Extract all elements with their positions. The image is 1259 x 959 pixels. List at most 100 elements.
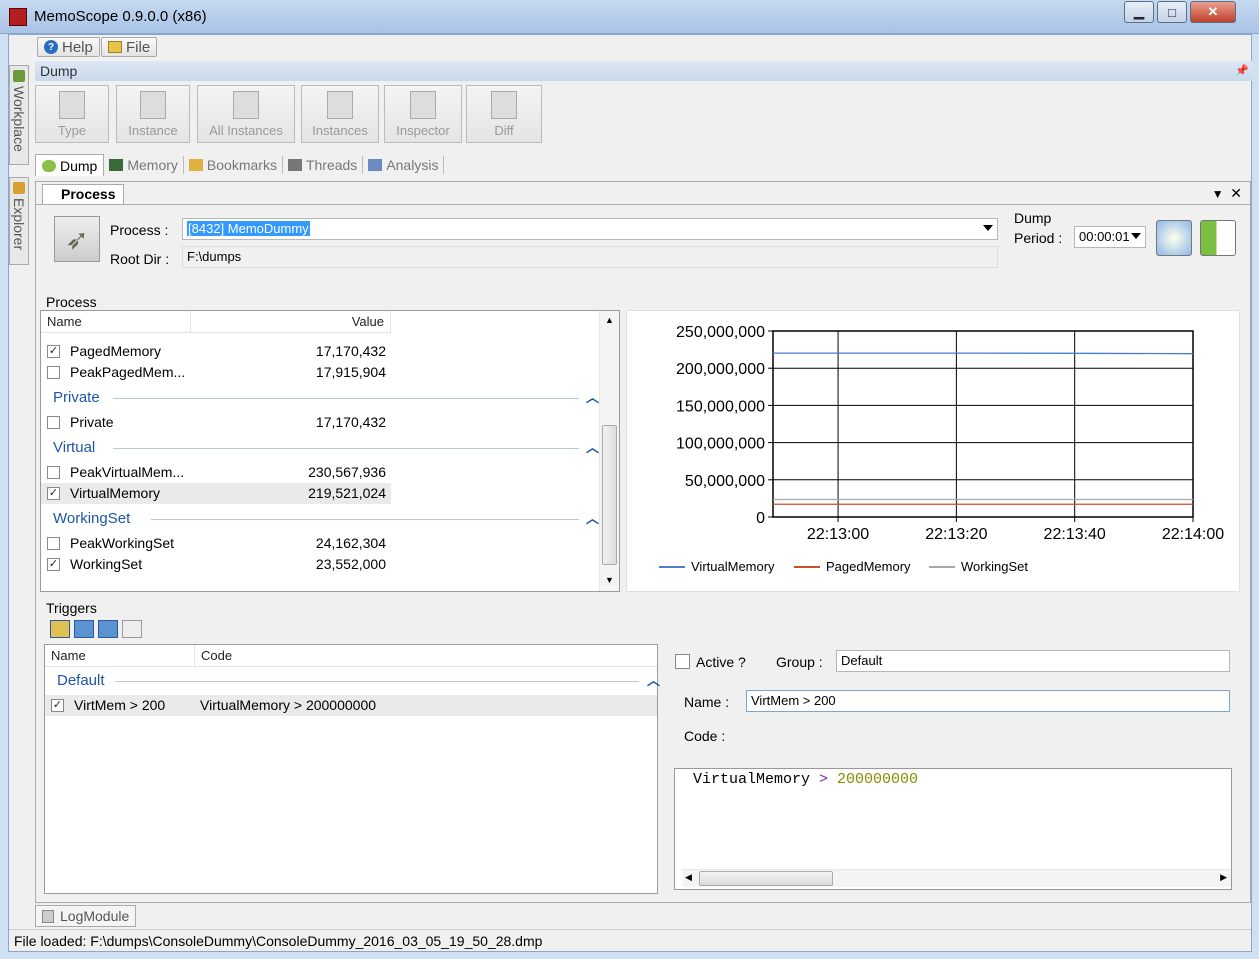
group-name: Default [57, 672, 105, 689]
ribbon-inspector-button[interactable]: Inspector [384, 85, 462, 143]
column-header-value[interactable]: Value [191, 311, 391, 333]
tab-bookmarks[interactable]: Bookmarks [184, 156, 283, 174]
row-checkbox[interactable] [47, 366, 60, 379]
row-name: WorkingSet [70, 556, 143, 572]
ribbon-all-instances-button[interactable]: All Instances [197, 85, 295, 143]
delete-icon[interactable] [122, 620, 142, 638]
minimize-button[interactable]: ▁ [1124, 1, 1154, 23]
open-icon[interactable] [50, 620, 70, 638]
row-checkbox[interactable]: ✓ [47, 558, 60, 571]
ribbon-instance-button[interactable]: Instance [116, 85, 190, 143]
period-value: 00:00:01 [1079, 229, 1130, 244]
side-tab-explorer[interactable]: Explorer [9, 177, 29, 265]
tab-analysis[interactable]: Analysis [363, 156, 445, 174]
explorer-label: Explorer [11, 198, 27, 251]
table-row[interactable]: ✓ VirtualMemory 219,521,024 [41, 483, 391, 504]
scroll-right-icon[interactable]: ▶ [1220, 872, 1227, 883]
triggers-grid: Name Code Default ︿ ✓ VirtMem > 200 Virt… [44, 644, 661, 894]
row-name: VirtualMemory [70, 485, 160, 501]
new-window-icon[interactable] [98, 620, 118, 638]
side-tab-workplace[interactable]: Workplace [9, 65, 29, 165]
table-row[interactable]: Private 17,170,432 [41, 412, 597, 433]
row-checkbox[interactable] [47, 416, 60, 429]
group-header-virtual[interactable]: Virtual ︿ [53, 438, 599, 458]
x-tick-label: 22:13:20 [925, 526, 987, 543]
legend-label: PagedMemory [826, 559, 911, 574]
collapse-icon[interactable]: ︿ [586, 509, 599, 529]
help-icon: ? [44, 40, 58, 54]
table-row[interactable]: PeakPagedMem... 17,915,904 [41, 362, 597, 383]
close-doc-icon[interactable]: ✕ [1230, 185, 1242, 201]
chevron-down-icon [1131, 233, 1141, 239]
table-row[interactable]: ✓ PagedMemory 17,170,432 [41, 341, 597, 362]
rootdir-field[interactable]: F:\dumps [182, 246, 998, 268]
active-label: Active ? [696, 654, 746, 670]
group-header-workingset[interactable]: WorkingSet ︿ [53, 509, 599, 529]
scroll-down-icon[interactable]: ▼ [605, 575, 614, 585]
triggers-toolbar [50, 618, 142, 640]
dump-now-button[interactable] [1200, 220, 1236, 256]
column-header-code[interactable]: Code [195, 645, 657, 667]
row-checkbox[interactable]: ✓ [51, 699, 64, 712]
scroll-thumb[interactable] [602, 425, 617, 565]
process-select[interactable]: [8432] MemoDummy [182, 218, 998, 240]
ribbon-instances-button[interactable]: Instances [301, 85, 379, 143]
period-select[interactable]: 00:00:01 [1074, 226, 1146, 248]
y-tick-label: 50,000,000 [685, 473, 765, 490]
row-checkbox[interactable] [47, 466, 60, 479]
inspector-label: Inspector [396, 123, 450, 138]
collapse-icon[interactable]: ︿ [586, 438, 599, 458]
tab-memory[interactable]: Memory [104, 156, 184, 174]
group-name: Private [53, 389, 100, 406]
tab-threads[interactable]: Threads [283, 156, 364, 174]
auto-dump-clock-button[interactable] [1156, 220, 1192, 256]
microscope-icon [410, 91, 436, 119]
group-header-default[interactable]: Default ︿ [57, 671, 661, 691]
ribbon-header: Dump 📌 [35, 61, 1253, 81]
all-instances-icon [233, 91, 259, 119]
legend-label: WorkingSet [961, 559, 1028, 574]
close-button[interactable]: ✕ [1190, 1, 1236, 23]
y-tick-label: 250,000,000 [676, 324, 765, 341]
scroll-up-icon[interactable]: ▲ [605, 315, 614, 325]
table-row[interactable]: PeakWorkingSet 24,162,304 [41, 533, 597, 554]
ribbon-type-button[interactable]: Type [35, 85, 109, 143]
collapse-icon[interactable]: ︿ [586, 388, 599, 408]
chevron-down-icon [983, 225, 993, 231]
explorer-icon [13, 182, 25, 194]
scroll-left-icon[interactable]: ◀ [685, 872, 692, 883]
dropdown-icon[interactable]: ▼ [1212, 187, 1224, 201]
collapse-icon[interactable]: ︿ [647, 671, 660, 691]
ribbon-diff-button[interactable]: Diff [466, 85, 542, 143]
tab-analysis-label: Analysis [386, 157, 439, 173]
active-checkbox[interactable] [675, 654, 690, 669]
horizontal-scrollbar[interactable]: ◀ ▶ [683, 869, 1231, 887]
vertical-scrollbar[interactable]: ▲ ▼ [599, 311, 619, 591]
group-header-private[interactable]: Private ︿ [53, 388, 599, 408]
code-label: Code : [684, 728, 726, 744]
row-checkbox[interactable]: ✓ [47, 487, 60, 500]
row-checkbox[interactable]: ✓ [47, 345, 60, 358]
file-menu[interactable]: File [101, 37, 158, 57]
log-module-tab[interactable]: LogModule [35, 905, 137, 927]
code-editor[interactable]: VirtualMemory > 200000000 ◀ ▶ [674, 768, 1232, 890]
row-checkbox[interactable] [47, 537, 60, 550]
row-value: 230,567,936 [308, 464, 386, 480]
tab-dump[interactable]: Dump [35, 154, 105, 176]
name-field[interactable]: VirtMem > 200 [746, 690, 1230, 712]
row-code: VirtualMemory > 200000000 [200, 697, 377, 713]
help-menu[interactable]: ? Help [37, 37, 100, 57]
maximize-button[interactable]: □ [1157, 1, 1187, 23]
column-header-name[interactable]: Name [45, 645, 195, 667]
table-row[interactable]: ✓ WorkingSet 23,552,000 [41, 554, 597, 575]
doc-tab-process[interactable]: Process [42, 184, 125, 204]
save-icon[interactable] [74, 620, 94, 638]
scroll-thumb[interactable] [699, 871, 833, 886]
table-row[interactable]: ✓ VirtMem > 200 VirtualMemory > 20000000… [45, 695, 657, 716]
row-name: Private [70, 414, 114, 430]
group-field[interactable]: Default [836, 650, 1230, 672]
column-header-name[interactable]: Name [41, 311, 191, 333]
table-row[interactable]: PeakVirtualMem... 230,567,936 [41, 462, 597, 483]
pin-icon[interactable]: 📌 [1235, 61, 1249, 81]
process-bow-icon[interactable]: ➶ [54, 216, 100, 262]
